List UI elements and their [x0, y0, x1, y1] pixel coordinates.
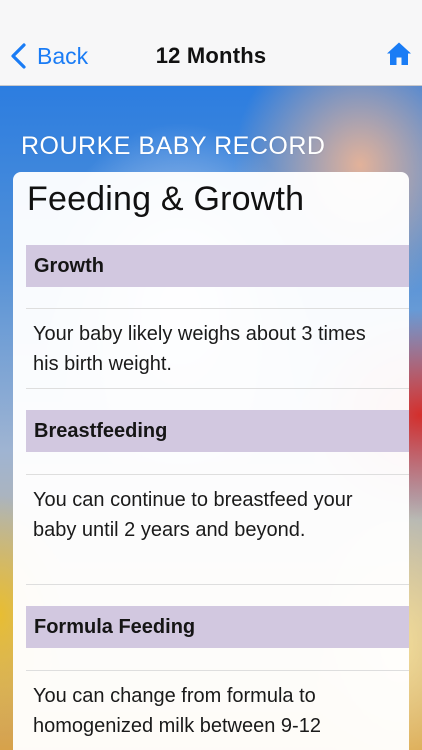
- section-heading: Feeding & Growth: [27, 180, 305, 218]
- page-title: 12 Months: [155, 43, 267, 68]
- section-header-label: Formula Feeding: [34, 615, 196, 638]
- home-button[interactable]: [386, 41, 412, 67]
- section-header-label: Breastfeeding: [34, 419, 168, 442]
- section-header-breastfeeding: Breastfeeding: [26, 410, 409, 452]
- section-body-breastfeeding: You can continue to breastfeed your baby…: [33, 489, 353, 541]
- app-screen: Back 12 Months ROURKE BABY RECORD Feedin…: [0, 0, 422, 750]
- brand-title: ROURKE BABY RECORD: [21, 132, 326, 160]
- section-body-growth: Your baby likely weighs about 3 times hi…: [33, 323, 366, 375]
- divider: [26, 308, 409, 309]
- section-header-formula-feeding: Formula Feeding: [26, 606, 409, 648]
- divider: [26, 474, 409, 475]
- section-header-label: Growth: [34, 254, 104, 277]
- divider: [26, 584, 409, 585]
- content-card[interactable]: Feeding & Growth Growth Your baby likely…: [13, 172, 409, 750]
- section-body-formula-feeding: You can change from formula to homogeniz…: [33, 685, 321, 737]
- navigation-bar: Back 12 Months: [0, 0, 422, 86]
- divider: [26, 670, 409, 671]
- home-icon: [387, 42, 411, 65]
- divider: [26, 388, 409, 389]
- section-header-growth: Growth: [26, 245, 409, 287]
